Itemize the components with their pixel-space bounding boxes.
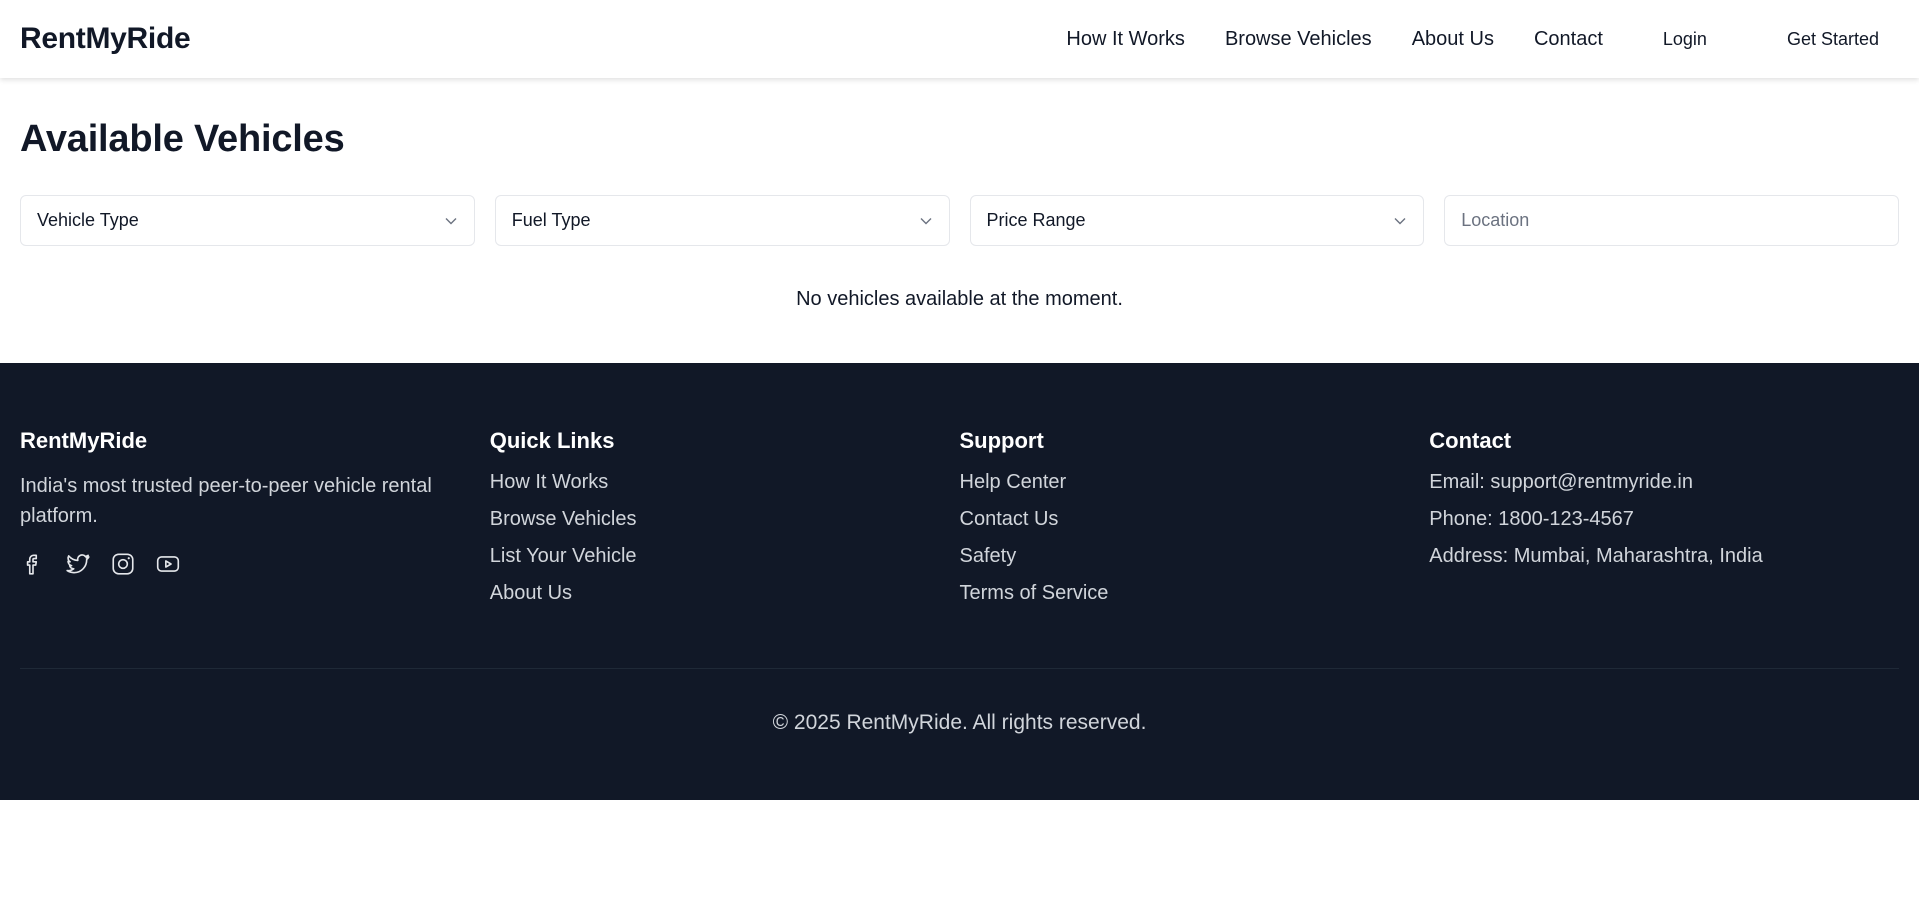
chevron-down-icon — [445, 217, 457, 224]
page-title: Available Vehicles — [20, 118, 345, 160]
location-input[interactable] — [1461, 210, 1882, 231]
footer-quick-links: Quick Links How It Works Browse Vehicles… — [490, 428, 960, 619]
footer-support: Support Help Center Contact Us Safety Te… — [960, 428, 1430, 619]
contact-heading: Contact — [1429, 428, 1512, 453]
footer-link-about-us[interactable]: About Us — [490, 582, 960, 605]
filter-bar: Vehicle Type Fuel Type Price Range — [20, 195, 1899, 246]
fuel-type-label: Fuel Type — [511, 210, 591, 230]
copyright-text: © 2025 RentMyRide. All rights reserved. — [772, 711, 1147, 734]
footer-about: RentMyRide India's most trusted peer-to-… — [20, 428, 490, 619]
contact-email: Email: support@rentmyride.in — [1429, 471, 1693, 493]
footer-tagline: India's most trusted peer-to-peer vehicl… — [20, 475, 432, 527]
footer-link-how-it-works[interactable]: How It Works — [490, 471, 960, 494]
get-started-button[interactable]: Get Started — [1787, 29, 1879, 50]
brand-logo[interactable]: RentMyRide — [20, 22, 191, 56]
main-nav: How It Works Browse Vehicles About Us Co… — [1026, 28, 1899, 51]
social-links — [20, 551, 490, 577]
nav-how-it-works[interactable]: How It Works — [1066, 28, 1185, 51]
location-field-wrapper — [1444, 195, 1899, 246]
footer-brand: RentMyRide — [20, 428, 148, 453]
contact-address: Address: Mumbai, Maharashtra, India — [1429, 545, 1763, 567]
site-footer: RentMyRide India's most trusted peer-to-… — [0, 363, 1919, 800]
footer-link-list-your-vehicle[interactable]: List Your Vehicle — [490, 545, 960, 568]
twitter-icon[interactable] — [65, 551, 91, 577]
footer-divider — [20, 668, 1899, 669]
main-content: Available Vehicles Vehicle Type Fuel Typ… — [20, 78, 1899, 311]
footer-link-terms-of-service[interactable]: Terms of Service — [960, 582, 1430, 605]
price-range-select[interactable]: Price Range — [969, 195, 1425, 246]
instagram-icon[interactable] — [110, 551, 136, 577]
fuel-type-select[interactable]: Fuel Type — [494, 195, 950, 246]
facebook-icon[interactable] — [20, 551, 46, 577]
contact-phone: Phone: 1800-123-4567 — [1429, 508, 1634, 530]
login-button[interactable]: Login — [1663, 29, 1707, 50]
footer-link-browse-vehicles[interactable]: Browse Vehicles — [490, 508, 960, 531]
nav-browse-vehicles[interactable]: Browse Vehicles — [1225, 28, 1372, 51]
nav-contact[interactable]: Contact — [1534, 28, 1603, 51]
footer-link-contact-us[interactable]: Contact Us — [960, 508, 1430, 531]
youtube-icon[interactable] — [155, 551, 181, 577]
footer-contact: Contact Email: support@rentmyride.in Pho… — [1429, 428, 1899, 619]
nav-about-us[interactable]: About Us — [1412, 28, 1494, 51]
chevron-down-icon — [1394, 217, 1406, 224]
chevron-down-icon — [920, 217, 931, 224]
support-heading: Support — [959, 428, 1044, 453]
price-range-label: Price Range — [986, 210, 1086, 230]
empty-state-message: No vehicles available at the moment. — [796, 288, 1123, 310]
vehicle-type-label: Vehicle Type — [37, 210, 139, 230]
footer-link-help-center[interactable]: Help Center — [960, 471, 1430, 494]
quick-links-heading: Quick Links — [489, 428, 615, 453]
site-header: RentMyRide How It Works Browse Vehicles … — [0, 0, 1919, 78]
footer-link-safety[interactable]: Safety — [960, 545, 1430, 568]
vehicle-type-select[interactable]: Vehicle Type — [20, 195, 475, 246]
